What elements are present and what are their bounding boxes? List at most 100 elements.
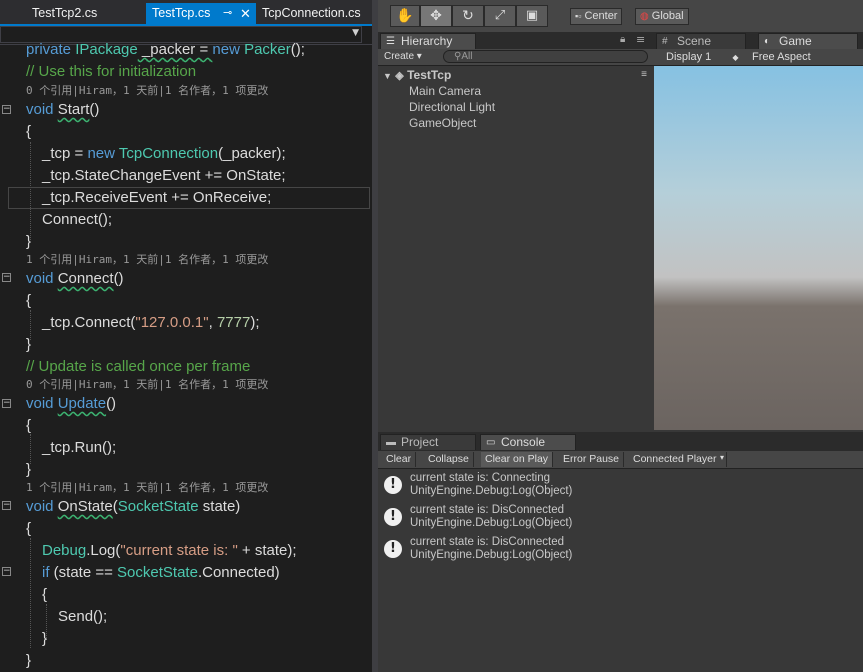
code-line: _tcp.StateChangeEvent += OnState; <box>42 167 286 184</box>
tab-label: Console <box>501 435 546 449</box>
code-line: } <box>26 652 32 669</box>
code-area[interactable]: − − − − − private IPackage _packer = new… <box>0 41 372 672</box>
tab-label: TestTcp2.cs <box>32 6 98 20</box>
code-comment: // Use this for initialization <box>26 63 197 80</box>
tab-label: TcpConnection.cs <box>262 6 361 20</box>
log-message: current state is: DisConnected <box>410 504 565 516</box>
code-comment: // Update is called once per frame <box>26 358 251 375</box>
code-line: } <box>26 336 32 353</box>
connected-player-dropdown[interactable]: Connected Player <box>629 452 727 467</box>
tab-testtcp[interactable]: TestTcp.cs ⊸ ✕ <box>146 3 256 24</box>
aspect-dropdown[interactable]: Free Aspect <box>752 49 811 65</box>
code-line: { <box>42 586 48 603</box>
codelens-info[interactable]: 0 个引用|Hiram，1 天前|1 名作者，1 项更改 <box>26 377 268 393</box>
code-editor[interactable]: TestTcp2.cs TestTcp.cs ⊸ ✕ TcpConnection… <box>0 0 372 672</box>
pin-icon[interactable]: ⊸ <box>223 3 232 24</box>
fold-toggle[interactable]: − <box>2 273 11 282</box>
scene-name: TestTcp <box>407 68 452 82</box>
tab-label: Scene <box>677 34 712 48</box>
game-toolbar: Display 1 ◆ Free Aspect <box>654 49 863 66</box>
tab-tcpconnection[interactable]: TcpConnection.cs <box>256 3 372 24</box>
tab-label: Hierarchy <box>401 34 453 48</box>
game-panel: # Scene ◐ Game Display 1 ◆ Free Aspect <box>654 32 863 430</box>
code-line: void Connect() <box>26 270 124 287</box>
code-line: _tcp.ReceiveEvent += OnReceive; <box>42 189 272 206</box>
tab-label: Project <box>401 435 439 449</box>
lock-icon[interactable]: 🔒︎ <box>620 34 625 45</box>
code-line: Debug.Log("current state is: " + state); <box>42 542 297 559</box>
log-source: UnityEngine.Debug:Log(Object) <box>410 517 573 529</box>
info-icon: ! <box>384 476 402 494</box>
codelens-info[interactable]: 1 个引用|Hiram，1 天前|1 名作者，1 项更改 <box>26 252 268 268</box>
fold-toggle[interactable]: − <box>2 501 11 510</box>
code-line: Connect(); <box>42 211 113 228</box>
code-line: } <box>26 233 32 250</box>
hierarchy-panel: ☰ Hierarchy 🔒︎ ≡ Create ▾ ⚲All ▼ ◈ TestTc… <box>378 32 654 430</box>
expand-arrow-icon[interactable]: ▼ <box>383 71 392 81</box>
game-viewport[interactable] <box>654 66 863 430</box>
tab-hierarchy[interactable]: ☰ Hierarchy <box>380 33 476 49</box>
clear-on-play-button[interactable]: Clear on Play <box>481 452 554 467</box>
code-line: if (state == SocketState.Connected) <box>42 564 280 581</box>
scene-menu-icon[interactable]: ≡ <box>641 67 647 83</box>
log-source: UnityEngine.Debug:Log(Object) <box>410 549 573 561</box>
log-entry[interactable]: ! current state is: DisConnected UnityEn… <box>378 536 863 568</box>
code-line: { <box>26 292 32 309</box>
log-entry[interactable]: ! current state is: DisConnected UnityEn… <box>378 504 863 536</box>
codelens-info[interactable]: 0 个引用|Hiram，1 天前|1 名作者，1 项更改 <box>26 83 268 99</box>
fold-toggle[interactable]: − <box>2 567 11 576</box>
scene-root[interactable]: ▼ ◈ TestTcp ≡ <box>383 67 649 84</box>
hierarchy-tab-strip: ☰ Hierarchy 🔒︎ ≡ <box>378 32 654 49</box>
code-line: Send(); <box>58 608 108 625</box>
tab-console[interactable]: ▭ Console <box>480 434 576 450</box>
hierarchy-item[interactable]: GameObject <box>409 115 476 131</box>
rotate-tool-icon[interactable]: ↻ <box>452 5 484 27</box>
space-toggle-button[interactable]: ◍ Global <box>635 8 689 25</box>
globe-icon: ◍ <box>640 11 649 22</box>
log-source: UnityEngine.Debug:Log(Object) <box>410 485 573 497</box>
codelens-info[interactable]: 1 个引用|Hiram，1 天前|1 名作者，1 项更改 <box>26 480 268 496</box>
pivot-label: Center <box>584 10 618 22</box>
tab-label: TestTcp.cs <box>152 6 211 20</box>
close-icon[interactable]: ✕ <box>240 3 251 24</box>
console-panel: ▬ Project ▭ Console Clear Collapse Clear o… <box>378 432 863 672</box>
code-line: _tcp = new TcpConnection(_packer); <box>42 145 286 162</box>
collapse-button[interactable]: Collapse <box>424 452 474 467</box>
code-line: void Update() <box>26 395 117 412</box>
pivot-toggle-button[interactable]: ▪▫ Center <box>570 8 623 25</box>
scene-game-tab-strip: # Scene ◐ Game <box>654 32 863 49</box>
error-pause-button[interactable]: Error Pause <box>559 452 625 467</box>
tab-scene[interactable]: # Scene <box>656 33 746 49</box>
panel-menu-icon[interactable]: ≡ <box>636 33 645 46</box>
fold-toggle[interactable]: − <box>2 105 11 114</box>
chevron-down-icon[interactable]: ▾ <box>720 453 724 462</box>
create-dropdown[interactable]: Create ▾ <box>384 49 422 65</box>
code-line: { <box>26 123 32 140</box>
info-icon: ! <box>384 540 402 558</box>
log-message: current state is: Connecting <box>410 472 550 484</box>
hand-tool-icon[interactable]: ✋ <box>390 5 420 27</box>
scale-tool-icon[interactable]: ⤢ <box>484 5 516 27</box>
code-line: { <box>26 417 32 434</box>
info-icon: ! <box>384 508 402 526</box>
hierarchy-item[interactable]: Main Camera <box>409 83 481 99</box>
tab-testtcp2[interactable]: TestTcp2.cs <box>26 3 144 24</box>
grid-icon: # <box>662 36 668 47</box>
clear-button[interactable]: Clear <box>382 452 417 467</box>
tab-label: Game <box>779 34 812 48</box>
list-icon: ☰ <box>386 36 395 47</box>
fold-toggle[interactable]: − <box>2 399 11 408</box>
console-tab-strip: ▬ Project ▭ Console <box>378 432 863 451</box>
hierarchy-toolbar: Create ▾ ⚲All <box>378 49 654 66</box>
code-line: _tcp.Connect("127.0.0.1", 7777); <box>42 314 260 331</box>
hierarchy-search-input[interactable]: ⚲All <box>443 50 648 63</box>
unity-logo-icon: ◈ <box>395 70 404 82</box>
rect-tool-icon[interactable]: ▣ <box>516 5 548 27</box>
unity-toolbar: ✋ ✥ ↻ ⤢ ▣ ▪▫ Center ◍ Global <box>378 0 863 32</box>
log-entry[interactable]: ! current state is: Connecting UnityEngi… <box>378 472 863 504</box>
display-dropdown[interactable]: Display 1 ◆ <box>666 49 738 66</box>
move-tool-icon[interactable]: ✥ <box>420 5 452 27</box>
tab-game[interactable]: ◐ Game <box>758 33 858 49</box>
tab-project[interactable]: ▬ Project <box>380 434 476 450</box>
hierarchy-item[interactable]: Directional Light <box>409 99 495 115</box>
